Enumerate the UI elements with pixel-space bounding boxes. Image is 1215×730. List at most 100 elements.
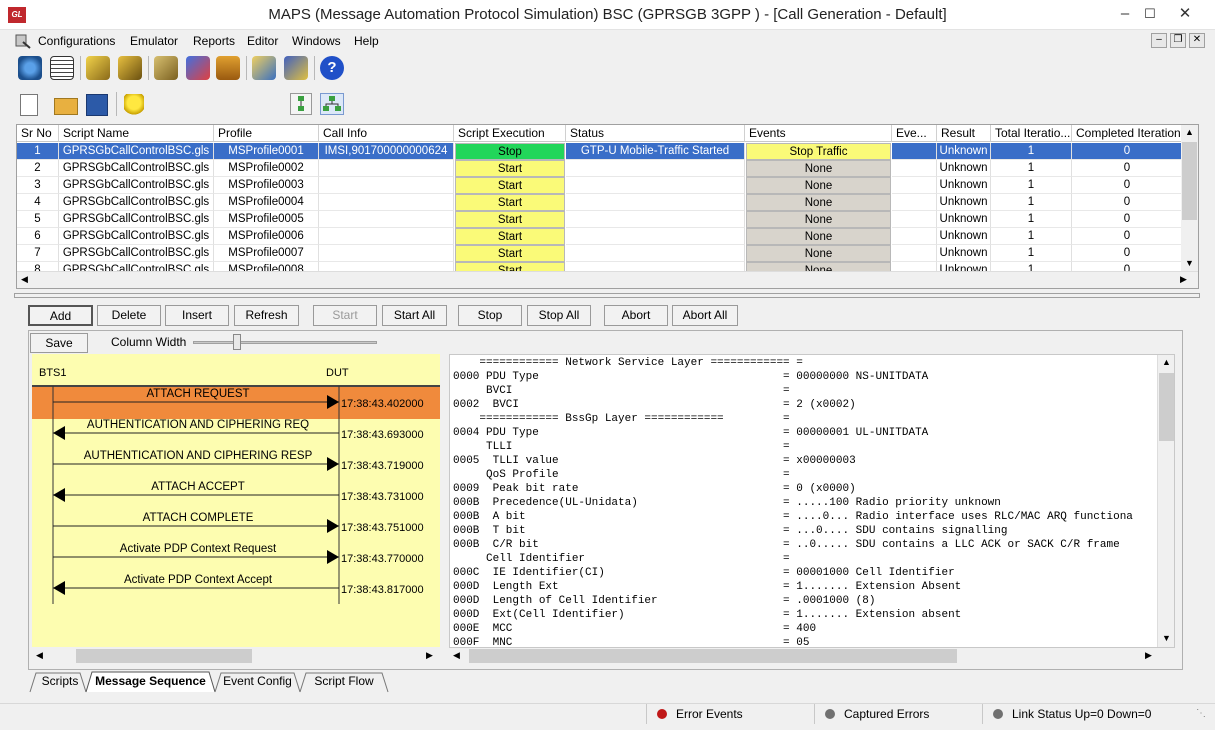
menu-reports[interactable]: Reports	[193, 34, 235, 48]
menu-configurations[interactable]: Configurations	[38, 34, 115, 48]
tab-scripts[interactable]: Scripts	[38, 672, 82, 692]
menu-editor[interactable]: Editor	[247, 34, 278, 48]
column-header[interactable]: Profile	[214, 125, 319, 142]
scroll-thumb[interactable]	[469, 649, 957, 663]
script-execution-button[interactable]: Start	[455, 228, 565, 245]
decode-pane[interactable]: ============ Network Service Layer =====…	[449, 354, 1175, 648]
events-button[interactable]: Stop Traffic	[746, 143, 891, 160]
configuration-gear-icon[interactable]	[18, 56, 42, 80]
stop-button[interactable]: Stop	[458, 305, 522, 326]
scroll-left-icon[interactable]: ◀	[453, 650, 460, 661]
panel-splitter[interactable]	[14, 293, 1200, 298]
column-header[interactable]: Script Name	[59, 125, 214, 142]
open-folder-icon[interactable]	[54, 98, 78, 115]
help-icon[interactable]: ?	[320, 56, 344, 80]
call-generation-icon[interactable]	[154, 56, 178, 80]
script-execution-button[interactable]: Stop	[455, 143, 565, 160]
events-button[interactable]: None	[746, 245, 891, 262]
script-execution-button[interactable]: Start	[455, 160, 565, 177]
decode-vertical-scrollbar[interactable]: ▲ ▼	[1157, 355, 1174, 647]
events-button[interactable]: None	[746, 194, 891, 211]
column-width-slider[interactable]	[193, 341, 377, 344]
stop-all-button[interactable]: Stop All	[527, 305, 591, 326]
events-button[interactable]: None	[746, 177, 891, 194]
scroll-right-icon[interactable]: ▶	[426, 650, 433, 661]
start-all-button[interactable]: Start All	[382, 305, 447, 326]
table-row[interactable]: 7 GPRSGbCallControlBSC.gls MSProfile0007 St…	[17, 245, 1183, 262]
decode-horizontal-scrollbar[interactable]: ◀ ▶	[449, 648, 1159, 665]
log-icon[interactable]	[50, 56, 74, 80]
insert-button[interactable]: Insert	[165, 305, 229, 326]
scroll-left-icon[interactable]: ◀	[36, 650, 43, 661]
refresh-button[interactable]: Refresh	[234, 305, 299, 326]
tools-icon[interactable]	[284, 56, 308, 80]
table-row[interactable]: 6 GPRSGbCallControlBSC.gls MSProfile0006 St…	[17, 228, 1183, 245]
abort-button[interactable]: Abort	[604, 305, 668, 326]
mdi-restore-icon[interactable]: ❐	[1170, 33, 1186, 48]
scroll-down-icon[interactable]: ▼	[1162, 633, 1171, 643]
scroll-left-icon[interactable]: ◀	[21, 274, 28, 285]
column-header[interactable]: Eve...	[892, 125, 937, 142]
column-header[interactable]: Script Execution	[454, 125, 566, 142]
table-row[interactable]: 3 GPRSGbCallControlBSC.gls MSProfile0003 St…	[17, 177, 1183, 194]
call-reception-icon[interactable]	[186, 56, 210, 80]
mdi-close-icon[interactable]: ✕	[1189, 33, 1205, 48]
list-view-icon[interactable]	[290, 93, 312, 115]
maximize-icon[interactable]: ☐	[1133, 0, 1167, 30]
column-header[interactable]: Events	[745, 125, 892, 142]
save-disk-icon[interactable]	[86, 94, 108, 116]
mdi-minimize-icon[interactable]: –	[1151, 33, 1167, 48]
captured-errors-indicator[interactable]: Captured Errors	[814, 704, 980, 724]
start-button[interactable]: Start	[313, 305, 377, 326]
grid-horizontal-scrollbar[interactable]: ◀ ▶	[17, 271, 1198, 288]
events-button[interactable]: None	[746, 228, 891, 245]
column-header[interactable]: Call Info	[319, 125, 454, 142]
scroll-thumb[interactable]	[76, 649, 252, 663]
profile-editor-icon[interactable]	[118, 56, 142, 80]
table-row[interactable]: 5 GPRSGbCallControlBSC.gls MSProfile0005 St…	[17, 211, 1183, 228]
new-file-icon[interactable]	[20, 94, 38, 116]
script-execution-button[interactable]: Start	[455, 211, 565, 228]
scroll-right-icon[interactable]: ▶	[1180, 274, 1187, 285]
menu-windows[interactable]: Windows	[292, 34, 341, 48]
table-row[interactable]: 1 GPRSGbCallControlBSC.gls MSProfile0001 IM…	[17, 143, 1183, 160]
briefcase-icon[interactable]	[216, 56, 240, 80]
delete-button[interactable]: Delete	[97, 305, 161, 326]
script-editor-icon[interactable]	[86, 56, 110, 80]
scroll-right-icon[interactable]: ▶	[1145, 650, 1152, 661]
scroll-up-icon[interactable]: ▲	[1185, 127, 1194, 137]
grid-vertical-scrollbar[interactable]: ▲ ▼	[1181, 125, 1198, 272]
save-button[interactable]: Save	[30, 333, 88, 353]
lightbulb-icon[interactable]	[124, 94, 144, 116]
error-events-indicator[interactable]: Error Events	[646, 704, 812, 724]
tree-view-icon[interactable]	[320, 93, 344, 115]
abort-all-button[interactable]: Abort All	[672, 305, 738, 326]
ladder-horizontal-scrollbar[interactable]: ◀ ▶	[32, 648, 440, 665]
scroll-thumb[interactable]	[1182, 142, 1197, 220]
add-button[interactable]: Add	[28, 305, 93, 326]
app-menu-icon[interactable]	[14, 33, 32, 49]
column-header[interactable]: Completed Iterations	[1072, 125, 1183, 142]
script-execution-button[interactable]: Start	[455, 245, 565, 262]
tab-script-flow[interactable]: Script Flow	[306, 672, 382, 692]
column-header[interactable]: Status	[566, 125, 745, 142]
script-execution-button[interactable]: Start	[455, 177, 565, 194]
events-button[interactable]: None	[746, 160, 891, 177]
edit-icon[interactable]	[252, 56, 276, 80]
column-width-slider-thumb[interactable]	[233, 334, 241, 350]
close-icon[interactable]: ✕	[1168, 0, 1202, 30]
column-header[interactable]: Result	[937, 125, 991, 142]
scroll-down-icon[interactable]: ▼	[1185, 258, 1194, 268]
column-header[interactable]: Sr No	[17, 125, 59, 142]
scroll-thumb[interactable]	[1159, 373, 1174, 441]
menu-help[interactable]: Help	[354, 34, 379, 48]
tab-event-config[interactable]: Event Config	[221, 672, 294, 692]
table-row[interactable]: 2 GPRSGbCallControlBSC.gls MSProfile0002 St…	[17, 160, 1183, 177]
scroll-up-icon[interactable]: ▲	[1162, 357, 1171, 367]
menu-emulator[interactable]: Emulator	[130, 34, 178, 48]
resize-grip-icon[interactable]: ⋱	[1196, 708, 1210, 722]
column-header[interactable]: Total Iteratio...	[991, 125, 1072, 142]
script-execution-button[interactable]: Start	[455, 194, 565, 211]
events-button[interactable]: None	[746, 211, 891, 228]
tab-message-sequence[interactable]: Message Sequence	[92, 672, 209, 692]
